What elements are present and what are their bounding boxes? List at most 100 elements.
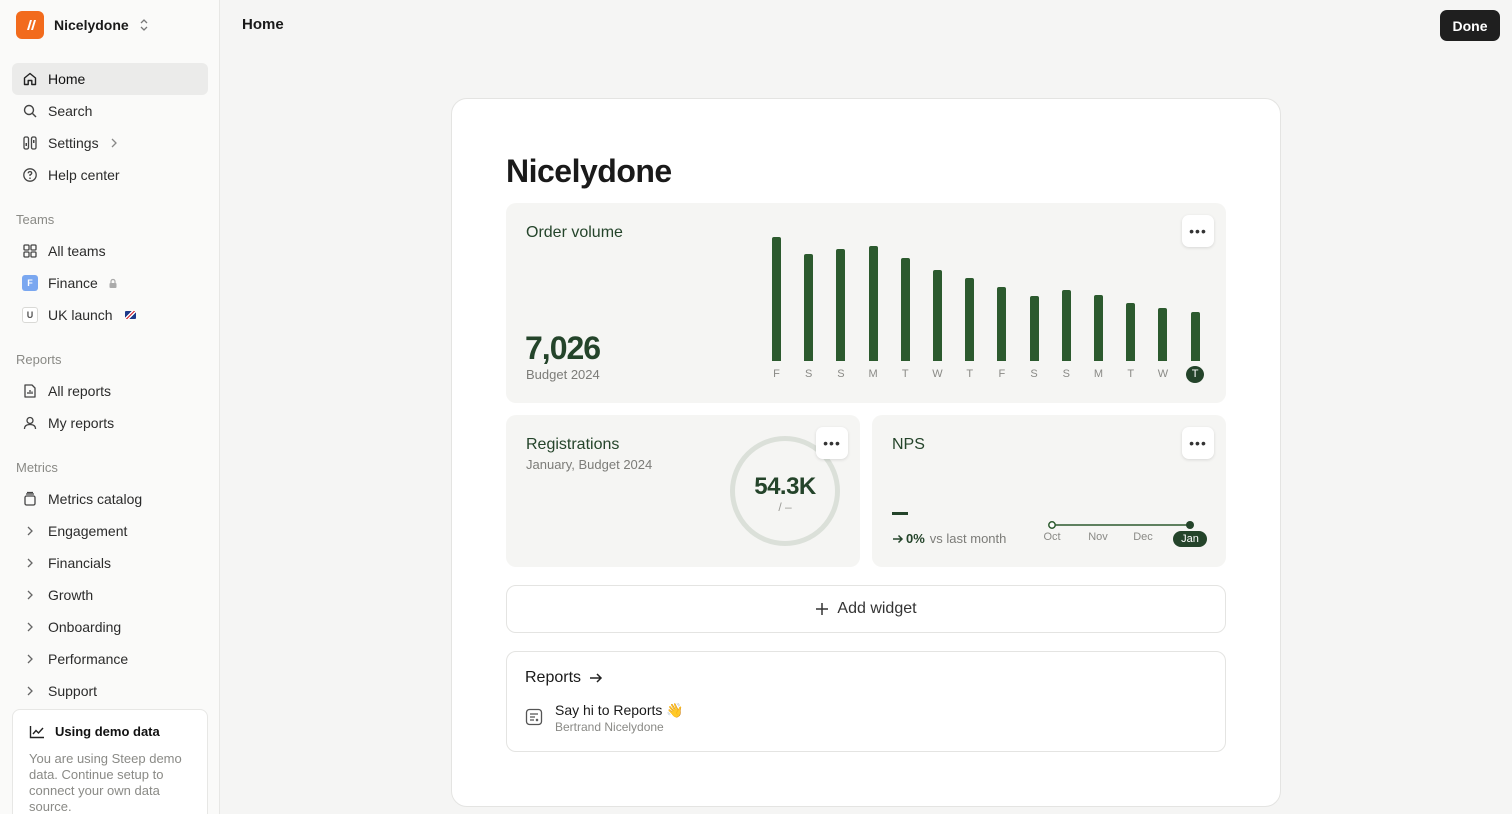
chevron-right-icon xyxy=(22,683,38,699)
order-volume-sub: Budget 2024 xyxy=(526,367,600,382)
nps-month-label: Dec xyxy=(1133,531,1153,543)
order-volume-bar xyxy=(1190,312,1200,361)
nav-finance-label: Finance xyxy=(48,275,98,291)
order-volume-day-label: T xyxy=(1186,366,1205,383)
nps-delta: 0% vs last month xyxy=(892,531,1006,546)
nav-metric-group-onboarding[interactable]: Onboarding xyxy=(12,611,208,643)
workspace-switcher[interactable]: Nicelydone xyxy=(16,11,149,39)
nps-title: NPS xyxy=(892,436,925,453)
done-button[interactable]: Done xyxy=(1440,10,1500,41)
order-volume-bar xyxy=(1029,296,1039,361)
order-volume-bar xyxy=(965,278,975,361)
order-volume-bar xyxy=(1061,290,1071,361)
nav-settings[interactable]: Settings xyxy=(12,127,208,159)
nav-all-teams-label: All teams xyxy=(48,243,106,259)
order-volume-day-label: M xyxy=(1093,368,1104,380)
add-widget-label: Add widget xyxy=(837,600,917,617)
lock-icon xyxy=(109,278,117,288)
nps-month-label: Oct xyxy=(1043,531,1061,543)
nav-settings-label: Settings xyxy=(48,135,99,151)
team-badge: F xyxy=(22,275,38,291)
nav-uk-launch-label: UK launch xyxy=(48,307,113,323)
grid-icon xyxy=(22,243,38,259)
chevron-right-icon xyxy=(22,523,38,539)
order-volume-bar xyxy=(997,287,1007,361)
order-volume-day-label: F xyxy=(998,368,1006,380)
order-volume-day-label: T xyxy=(901,368,909,380)
order-volume-day-label: S xyxy=(837,368,845,380)
registrations-value: 54.3K xyxy=(754,473,816,500)
chevron-right-icon xyxy=(22,619,38,635)
order-volume-day-label: S xyxy=(1030,368,1038,380)
report-author: Bertrand Nicelydone xyxy=(555,720,664,734)
nav-metric-group-support[interactable]: Support xyxy=(12,675,208,707)
nav-home[interactable]: Home xyxy=(12,63,208,95)
order-volume-day-label: M xyxy=(868,368,878,380)
wave-hand-icon: 👋 xyxy=(666,702,684,718)
nav-metrics-catalog-label: Metrics catalog xyxy=(48,491,143,507)
nav-my-reports-label: My reports xyxy=(48,415,115,431)
nav-search[interactable]: Search xyxy=(12,95,208,127)
reports-card-title: Reports xyxy=(525,669,582,686)
order-volume-day-label: T xyxy=(966,368,974,380)
nav-metrics-catalog[interactable]: Metrics catalog xyxy=(12,483,208,515)
metric-group-label: Financials xyxy=(48,555,112,571)
plus-icon xyxy=(816,603,829,615)
order-volume-bar xyxy=(804,254,814,361)
nav-team-finance[interactable]: F Finance xyxy=(12,267,208,299)
nps-delta-text: vs last month xyxy=(929,531,1007,546)
nav-home-label: Home xyxy=(48,71,86,87)
order-volume-bar xyxy=(1094,295,1103,361)
order-volume-day-label: T xyxy=(1127,368,1135,380)
workspace-logo-icon xyxy=(16,11,44,39)
metrics-section-label: Metrics xyxy=(16,460,58,475)
nav-all-reports[interactable]: All reports xyxy=(12,375,208,407)
metric-group-label: Performance xyxy=(48,651,129,667)
reports-link[interactable]: Reports xyxy=(525,669,603,687)
team-badge: U xyxy=(22,307,38,323)
nav-team-uk-launch[interactable]: U UK launch xyxy=(12,299,208,331)
nav-metric-group-growth[interactable]: Growth xyxy=(12,579,208,611)
nav-metric-group-performance[interactable]: Performance xyxy=(12,643,208,675)
order-volume-bar xyxy=(1126,303,1136,361)
order-volume-day-label: F xyxy=(773,368,780,380)
report-name: Say hi to Reports 👋 xyxy=(555,702,684,719)
metric-group-label: Engagement xyxy=(48,523,128,539)
report-icon xyxy=(22,383,38,399)
user-icon xyxy=(22,415,38,431)
order-volume-bar xyxy=(1158,308,1168,361)
demo-data-card[interactable]: Using demo data You are using Steep demo… xyxy=(12,709,208,814)
teams-section-label: Teams xyxy=(16,212,55,227)
registrations-sub: January, Budget 2024 xyxy=(526,457,653,472)
line-chart-icon xyxy=(29,725,44,738)
nav-search-label: Search xyxy=(48,103,93,119)
demo-data-text: You are using Steep demo data. Continue … xyxy=(29,751,182,814)
order-volume-day-label: S xyxy=(805,368,813,380)
nav-my-reports[interactable]: My reports xyxy=(12,407,208,439)
nav-metric-group-financials[interactable]: Financials xyxy=(12,547,208,579)
report-list-item[interactable]: Say hi to Reports 👋 Bertrand Nicelydone xyxy=(525,702,684,734)
page-title: Nicelydone xyxy=(506,153,672,189)
nps-sparkline xyxy=(1048,521,1194,529)
nav-help-center[interactable]: Help center xyxy=(12,159,208,191)
chevron-right-icon xyxy=(22,587,38,603)
registrations-target: / – xyxy=(778,500,792,514)
catalog-icon xyxy=(22,491,38,507)
order-volume-more-button[interactable]: ••• xyxy=(1182,215,1214,247)
workspace-name: Nicelydone xyxy=(54,17,129,33)
nav-all-teams[interactable]: All teams xyxy=(12,235,208,267)
report-doc-icon xyxy=(525,708,543,726)
nps-more-button[interactable]: ••• xyxy=(1182,427,1214,459)
registrations-more-button[interactable]: ••• xyxy=(816,427,848,459)
chevron-right-icon xyxy=(111,138,117,148)
settings-icon xyxy=(22,135,38,151)
metric-group-label: Onboarding xyxy=(48,619,122,635)
add-widget-button[interactable]: Add widget xyxy=(506,585,1226,633)
nav-metric-group-engagement[interactable]: Engagement xyxy=(12,515,208,547)
help-icon xyxy=(22,167,38,183)
nps-month-label: Nov xyxy=(1088,531,1108,543)
page-header-title: Home xyxy=(242,16,284,33)
order-volume-day-label: S xyxy=(1062,368,1070,380)
arrow-right-icon xyxy=(893,534,904,543)
chevron-right-icon xyxy=(22,651,38,667)
